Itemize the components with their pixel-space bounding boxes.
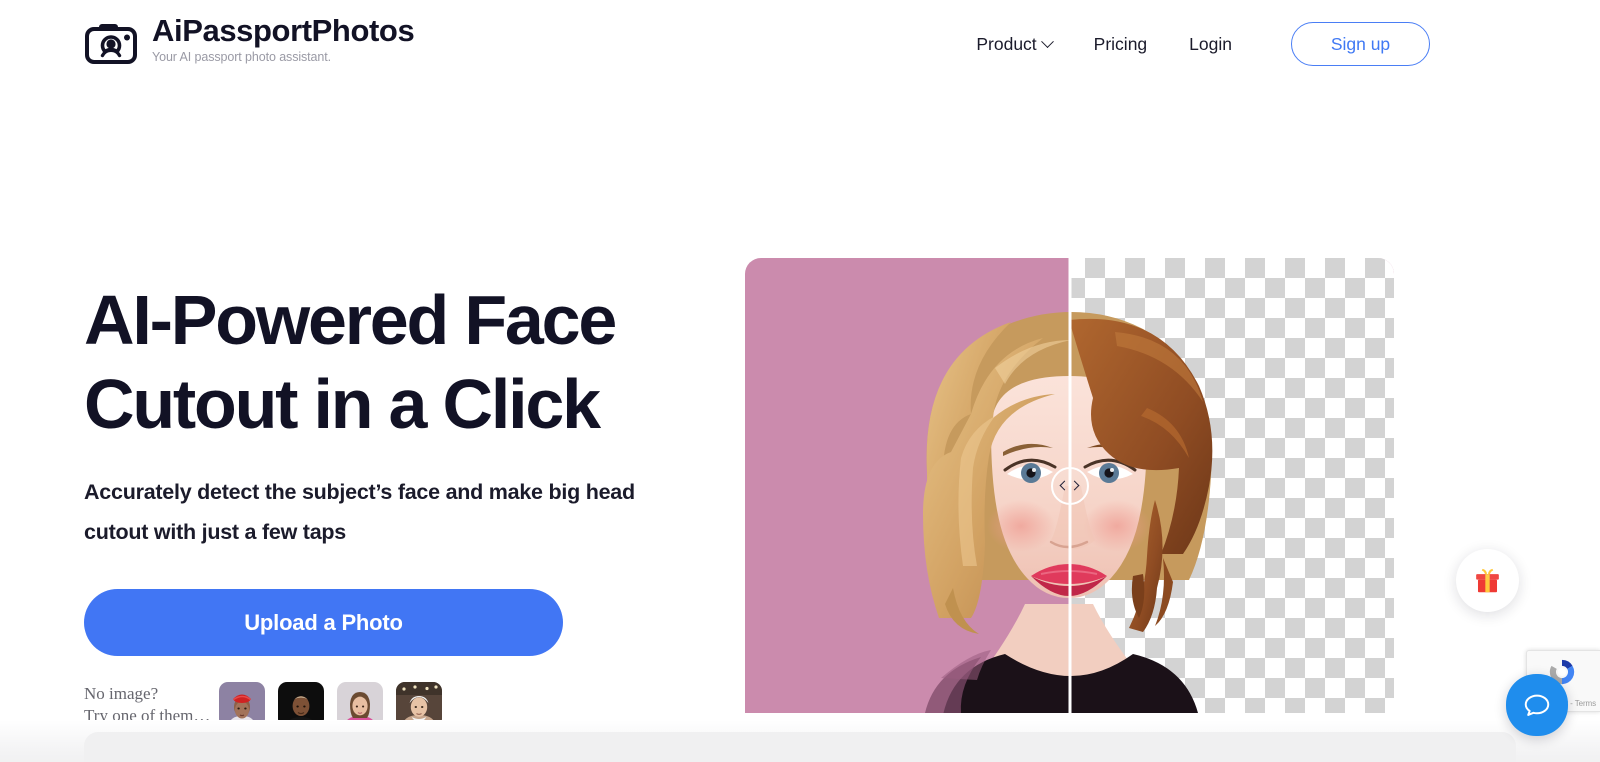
page-title: AI-Powered Face Cutout in a Click: [84, 281, 617, 443]
site-header: AiPassportPhotos Your AI passport photo …: [0, 0, 1600, 84]
nav-item-product[interactable]: Product: [955, 24, 1072, 64]
upload-photo-button[interactable]: Upload a Photo: [84, 589, 563, 656]
chevron-right-icon: [1069, 480, 1080, 491]
gift-icon: [1476, 568, 1499, 593]
next-section-peek: [0, 720, 1600, 762]
before-after-comparison[interactable]: [745, 258, 1394, 713]
camera-portrait-icon: [85, 24, 137, 64]
hero-text-column: AI-Powered Face Cutout in a Click Accura…: [84, 278, 724, 728]
nav-item-login-label: Login: [1189, 34, 1232, 54]
nav-item-login[interactable]: Login: [1168, 24, 1253, 64]
hero-subheadline: Accurately detect the subject’s face and…: [84, 480, 635, 544]
chevron-down-icon: [1040, 34, 1054, 48]
next-section-panel: [84, 732, 1516, 762]
nav-item-pricing-label: Pricing: [1093, 34, 1148, 54]
chevron-left-icon: [1059, 480, 1070, 491]
brand-logo-link[interactable]: AiPassportPhotos Your AI passport photo …: [84, 13, 415, 67]
nav-item-pricing[interactable]: Pricing: [1073, 24, 1169, 64]
comparison-slider-handle[interactable]: [1050, 466, 1089, 505]
main-navigation: Product Pricing Login Sign up: [955, 22, 1430, 66]
nav-item-product-label: Product: [976, 34, 1037, 54]
brand-tagline: Your AI passport photo assistant.: [152, 50, 331, 65]
chat-support-button[interactable]: [1506, 674, 1568, 736]
chat-bubble-icon: [1524, 694, 1550, 716]
gift-promo-button[interactable]: [1456, 549, 1519, 612]
brand-name: AiPassportPhotos: [152, 13, 415, 48]
sign-up-button[interactable]: Sign up: [1291, 22, 1430, 66]
page-root: AiPassportPhotos Your AI passport photo …: [0, 0, 1600, 762]
